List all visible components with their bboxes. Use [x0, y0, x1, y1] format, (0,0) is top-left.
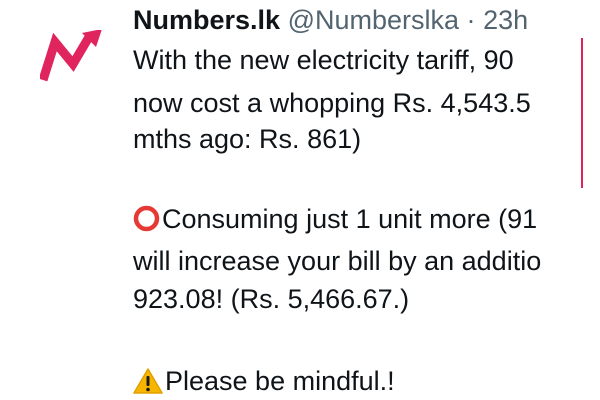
header-separator: ·	[466, 5, 476, 35]
tweet-text-line: will increase your bill by an additio	[133, 246, 542, 276]
tweet-content: Numbers.lk @Numberslka · 23h With the ne…	[133, 0, 600, 400]
user-handle[interactable]: @Numberslka	[288, 5, 459, 35]
tweet-text-line: Please be mindful.!	[133, 365, 395, 397]
scrollbar-edge[interactable]	[581, 38, 583, 188]
tweet-text-line: With the new electricity tariff, 90	[133, 45, 514, 75]
tweet-header: Numbers.lk @Numberslka · 23h	[133, 4, 528, 36]
tweet[interactable]: Numbers.lk @Numberslka · 23h With the ne…	[0, 0, 600, 400]
display-name[interactable]: Numbers.lk	[133, 5, 280, 35]
tweet-text-line: 923.08! (Rs. 5,466.67.)	[133, 284, 410, 314]
tweet-text-segment: Consuming just 1 unit more (91	[162, 204, 538, 234]
tweet-timestamp[interactable]: 23h	[483, 5, 528, 35]
tweet-text-line: mths ago: Rs. 861)	[133, 124, 362, 154]
numbers-lk-logo-icon[interactable]	[40, 30, 110, 82]
tweet-text-segment: Please be mindful.!	[165, 366, 395, 396]
warning-icon	[133, 368, 163, 394]
tweet-text-line: Consuming just 1 unit more (91	[133, 203, 537, 235]
red-circle-icon	[133, 205, 160, 232]
tweet-text-line: now cost a whopping Rs. 4,543.5	[133, 88, 531, 118]
